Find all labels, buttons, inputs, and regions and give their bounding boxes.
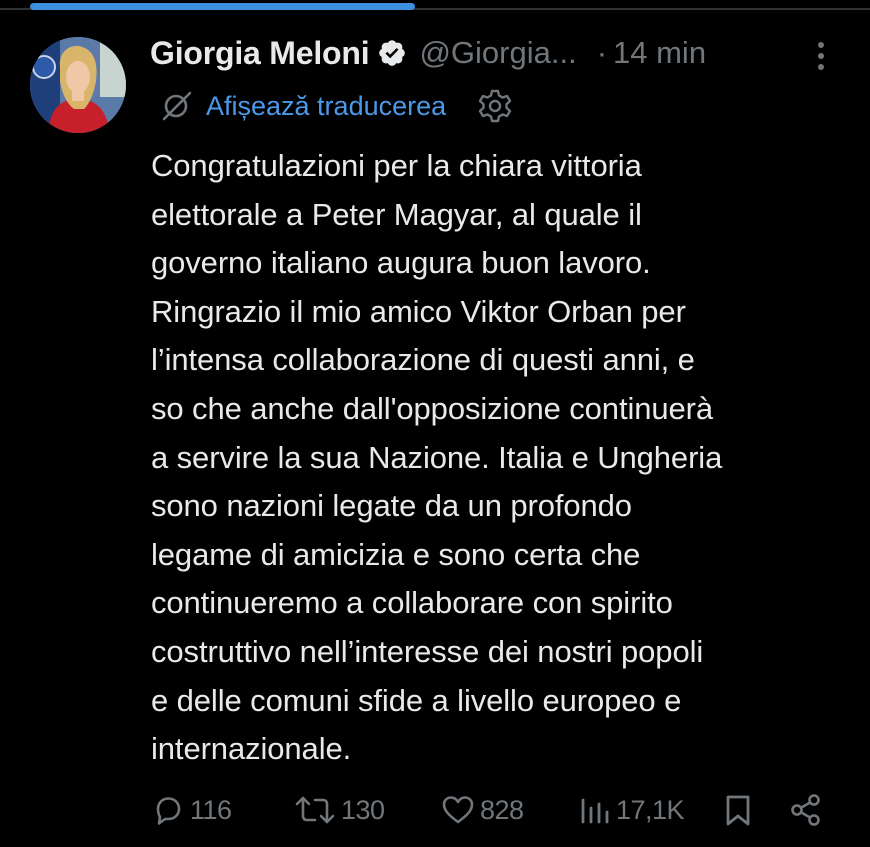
repost-button[interactable]: 130 [293, 785, 385, 835]
show-translation-link[interactable]: Afișează traducerea [206, 91, 446, 122]
author-display-name[interactable]: Giorgia Meloni [150, 35, 370, 72]
tweet-text: Congratulazioni per la chiara vittoria e… [151, 148, 723, 767]
views-button[interactable]: 17,1K [578, 785, 685, 835]
bookmark-button[interactable] [722, 785, 754, 835]
reply-button[interactable]: 116 [150, 785, 232, 835]
like-button[interactable]: 828 [440, 785, 524, 835]
tweet-timestamp[interactable]: 14 min [613, 35, 706, 71]
verified-badge-icon[interactable] [377, 38, 407, 68]
translate-icon [160, 89, 194, 123]
more-vertical-icon[interactable] [810, 40, 832, 72]
loading-progress-bar [30, 3, 415, 10]
repost-count: 130 [341, 794, 385, 825]
views-count: 17,1K [616, 794, 685, 825]
views-icon [578, 792, 612, 828]
header-separator: · [596, 35, 608, 70]
share-icon [788, 792, 824, 828]
bookmark-icon [722, 792, 754, 828]
like-count: 828 [480, 794, 524, 825]
tweet-header: Giorgia Meloni @Giorgia... · 14 min [150, 28, 706, 78]
reply-count: 116 [190, 794, 232, 825]
author-handle[interactable]: @Giorgia... [419, 35, 576, 71]
translate-row: Afișează traducerea [160, 86, 512, 126]
reply-icon [150, 792, 186, 828]
gear-icon[interactable] [478, 89, 512, 123]
repost-icon [293, 792, 337, 828]
tweet-screen: Giorgia Meloni @Giorgia... · 14 min Afiș… [0, 0, 870, 847]
share-button[interactable] [788, 785, 824, 835]
heart-icon [440, 792, 476, 828]
tweet-action-bar: 116 130 828 17,1K [150, 785, 840, 835]
avatar[interactable] [30, 37, 126, 133]
